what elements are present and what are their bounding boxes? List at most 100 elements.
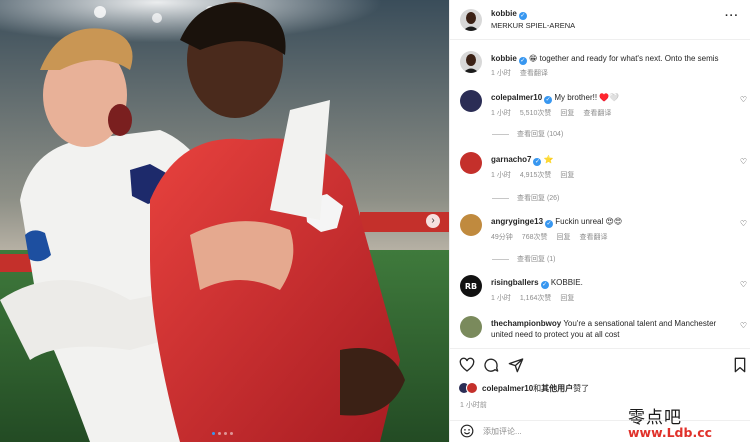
comment-avatar[interactable]: [460, 214, 482, 236]
comment-text: My brother!! ♥️🤍: [554, 93, 620, 102]
carousel-dot: [218, 432, 221, 435]
post-timestamp: 1 小时前: [460, 402, 487, 409]
comment-like-heart-icon[interactable]: ♡: [740, 219, 747, 228]
carousel-next-button[interactable]: ›: [426, 214, 440, 228]
comment-likes[interactable]: 4,915次赞: [520, 170, 552, 180]
replies-line: [492, 258, 509, 260]
comment-username[interactable]: garnacho7: [491, 155, 531, 164]
comment-item: thechampionbwoy You're a sensational tal…: [450, 314, 750, 348]
comment-item: angryginge13 ✓ Fuckin unreal 😍😍 ♡ 49分钟 76…: [450, 212, 750, 268]
comment-text: ⭐: [543, 155, 554, 164]
comment-likes[interactable]: 5,510次赞: [520, 108, 552, 118]
comment-text-block: risingballers ✓ KOBBIE.: [491, 277, 726, 289]
comment-item: garnacho7 ✓ ⭐ ♡ 1 小时 4,915次赞 回复 查看回复 (26): [450, 150, 750, 206]
carousel-dot: [224, 432, 227, 435]
author-username[interactable]: kobbie: [491, 9, 517, 18]
view-replies-label[interactable]: 查看回复 (1): [517, 254, 556, 264]
bookmark-icon[interactable]: [732, 357, 748, 373]
verified-badge-icon: ✓: [544, 96, 553, 104]
comment-reply-button[interactable]: 回复: [556, 232, 570, 242]
send-icon[interactable]: [508, 357, 524, 373]
verified-badge-icon: ✓: [518, 12, 527, 20]
heart-icon[interactable]: [459, 357, 475, 373]
liked-by-avatar: [466, 382, 478, 394]
comment-icon[interactable]: [483, 357, 499, 373]
see-translation-link[interactable]: 查看翻译: [583, 108, 611, 118]
liked-by-others-link[interactable]: 其他用户: [541, 383, 573, 394]
comment-text-block: thechampionbwoy You're a sensational tal…: [491, 318, 731, 340]
replies-line: [492, 133, 509, 135]
comment-likes[interactable]: 1,164次赞: [520, 293, 552, 303]
view-replies-label[interactable]: 查看回复 (26): [517, 193, 559, 203]
view-replies-label[interactable]: 查看回复 (104): [517, 129, 563, 139]
post-location[interactable]: MERKUR SPIEL-ARENA: [491, 21, 575, 30]
comment-like-heart-icon[interactable]: ♡: [740, 280, 747, 289]
post-actions: colepalmer10 和 其他用户 赞了 1 小时前 零点吧 www.Ldb…: [450, 348, 750, 440]
view-replies[interactable]: 查看回复 (26): [492, 193, 559, 203]
post-image: [0, 0, 449, 442]
see-translation-link[interactable]: 查看翻译: [520, 68, 548, 78]
comment-avatar[interactable]: RB: [460, 275, 482, 297]
comment-avatar[interactable]: [460, 152, 482, 174]
see-translation-link[interactable]: 查看翻译: [579, 232, 607, 242]
watermark-url: www.Ldb.cc: [628, 425, 713, 440]
comment-username[interactable]: colepalmer10: [491, 93, 542, 102]
comment-avatar[interactable]: [460, 316, 482, 338]
comment-username[interactable]: angryginge13: [491, 217, 543, 226]
comment-text: Fuckin unreal 😍😍: [555, 217, 623, 226]
comment-item: RB risingballers ✓ KOBBIE. ♡ 1 小时 1,164次赞…: [450, 273, 750, 309]
comment-time: 1 小时: [491, 172, 511, 179]
caption-emoji: 😁: [529, 54, 538, 63]
post-details-panel: kobbie ✓ MERKUR SPIEL-ARENA ··· kobbie ✓ 😁…: [449, 0, 750, 442]
comment-meta: 1 小时 1,164次赞 回复: [491, 293, 574, 303]
comment-reply-button[interactable]: 回复: [560, 293, 574, 303]
liked-by-suffix: 赞了: [573, 383, 590, 393]
replies-line: [492, 197, 509, 199]
comment-reply-button[interactable]: 回复: [560, 108, 574, 118]
svg-text:RB: RB: [465, 282, 477, 291]
caption-author-username[interactable]: kobbie: [491, 54, 517, 63]
comment-like-heart-icon[interactable]: ♡: [740, 95, 747, 104]
caption-time: 1 小时: [491, 70, 511, 77]
emoji-icon[interactable]: [460, 424, 474, 438]
verified-badge-icon: ✓: [545, 220, 554, 228]
post-caption: kobbie ✓ 😁 together and ready for what's …: [450, 49, 750, 85]
comment-reply-button[interactable]: 回复: [560, 170, 574, 180]
post-photo: ›: [0, 0, 449, 442]
comment-like-heart-icon[interactable]: ♡: [740, 321, 747, 330]
comment-text-block: garnacho7 ✓ ⭐: [491, 154, 726, 166]
site-watermark: 零点吧 www.Ldb.cc: [610, 403, 750, 441]
verified-badge-icon: ✓: [540, 281, 549, 289]
comment-item: colepalmer10 ✓ My brother!! ♥️🤍 ♡ 1 小时 5,…: [450, 88, 750, 144]
comment-likes[interactable]: 768次赞: [522, 232, 548, 242]
comment-like-heart-icon[interactable]: ♡: [740, 157, 747, 166]
post-header: kobbie ✓ MERKUR SPIEL-ARENA ···: [450, 0, 750, 40]
liked-by-summary: colepalmer10 和 其他用户 赞了: [458, 382, 589, 394]
comment-avatar[interactable]: [460, 90, 482, 112]
verified-badge-icon: ✓: [533, 158, 542, 166]
comment-time: 1 小时: [491, 295, 511, 302]
comment-meta: 1 小时 4,915次赞 回复: [491, 170, 574, 180]
carousel-dot: [212, 432, 215, 435]
comment-username[interactable]: thechampionbwoy: [491, 319, 561, 328]
comment-text: KOBBIE.: [550, 278, 583, 287]
carousel-dots: [212, 432, 233, 435]
caption-author-avatar[interactable]: [460, 51, 482, 73]
caption-text: together and ready for what's next. Onto…: [539, 54, 719, 63]
caption-text-block: kobbie ✓ 😁 together and ready for what's …: [491, 53, 726, 65]
comment-time: 1 小时: [491, 110, 511, 117]
view-replies[interactable]: 查看回复 (104): [492, 129, 563, 139]
comment-time: 49分钟: [491, 234, 513, 241]
comment-username[interactable]: risingballers: [491, 278, 539, 287]
view-replies[interactable]: 查看回复 (1): [492, 254, 556, 264]
more-horizontal-icon[interactable]: ···: [725, 10, 739, 22]
liked-by-username[interactable]: colepalmer10: [482, 384, 533, 393]
verified-badge-icon: ✓: [518, 57, 527, 65]
liked-by-join: 和: [533, 383, 542, 393]
caption-meta: 1 小时 查看翻译: [491, 68, 548, 78]
carousel-dot: [230, 432, 233, 435]
comment-text-block: angryginge13 ✓ Fuckin unreal 😍😍: [491, 216, 726, 228]
author-avatar[interactable]: [460, 9, 482, 31]
comment-meta: 49分钟 768次赞 回复 查看翻译: [491, 232, 607, 242]
comment-meta: 1 小时 5,510次赞 回复 查看翻译: [491, 108, 611, 118]
